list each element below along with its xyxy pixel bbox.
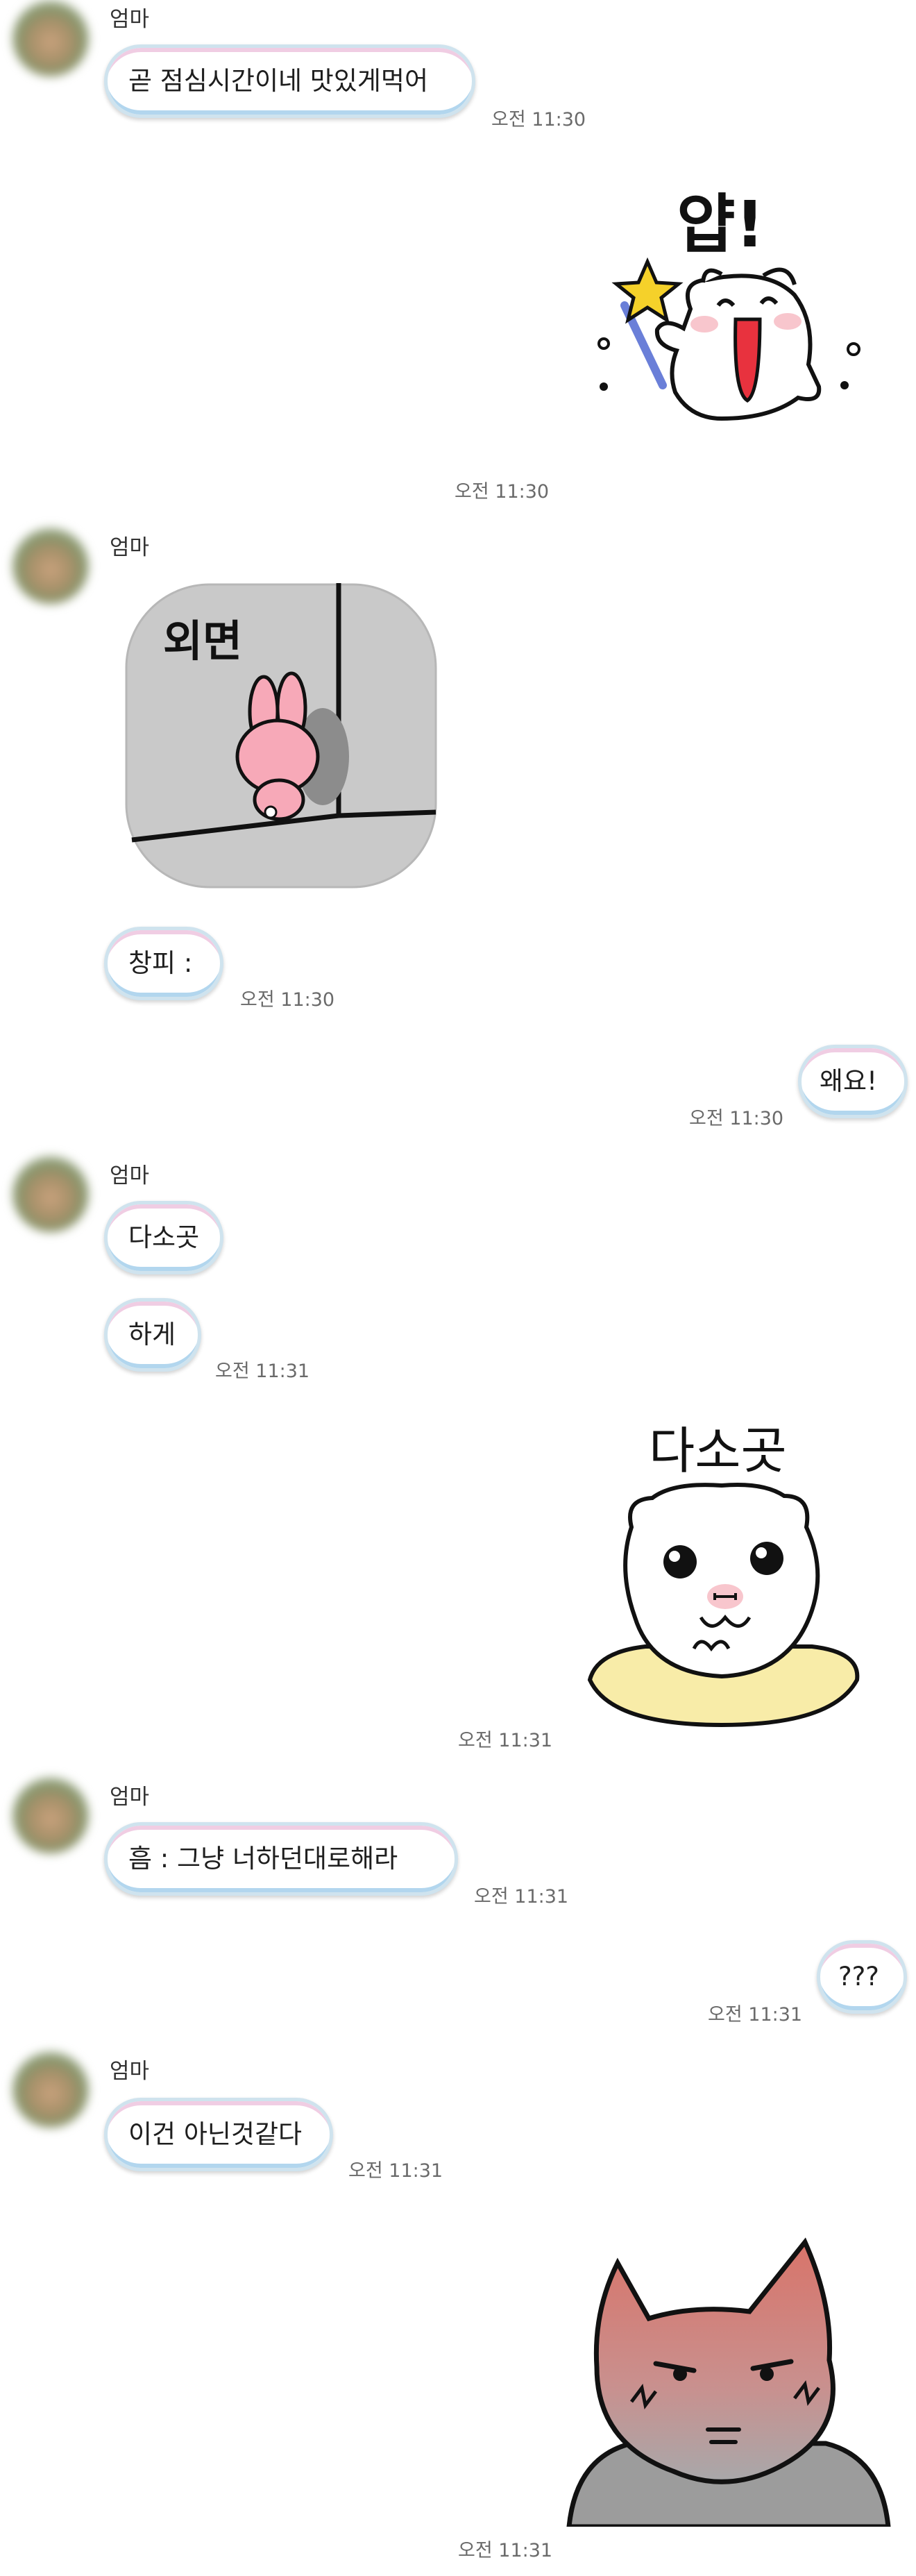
sticker-caption: 다소곳 [649,1422,787,1480]
message-bubble[interactable]: 곧 점심시간이네 맛있게먹어 [104,44,475,118]
avatar[interactable] [12,1156,89,1232]
message-time: 오전 11:31 [458,2540,553,2561]
sender-name: 엄마 [110,2059,150,2084]
message-bubble[interactable]: 왜요! [798,1045,908,1118]
sender-name: 엄마 [110,1163,150,1188]
sender-name: 엄마 [110,1785,150,1810]
ghost-sitting-on-cushion-sticker[interactable]: 다소곳 [583,1409,867,1735]
message-bubble[interactable]: 이건 아닌것같다 [104,2098,333,2171]
sticker-caption: 얍! [677,187,765,262]
message-time: 오전 11:30 [240,989,335,1011]
sender-name: 엄마 [110,535,150,560]
message-text: 창피 : [128,948,193,978]
message-text: ??? [838,1962,879,1992]
message-bubble[interactable]: 하게 [104,1298,201,1372]
message-time: 오전 11:31 [348,2160,443,2182]
message-text: 하게 [128,1320,176,1349]
sticker-caption: 외면 [163,616,242,666]
bunny-facing-corner-sticker[interactable]: 외면 [125,583,437,889]
message-time: 오전 11:30 [455,481,550,503]
sender-name: 엄마 [110,7,150,32]
ghost-magic-wand-sticker[interactable]: 얍! [586,163,871,482]
message-time: 오전 11:31 [708,2004,803,2026]
avatar[interactable] [12,1777,89,1853]
message-bubble[interactable]: 흠 : 그냥 너하던대로해라 [104,1822,458,1896]
message-bubble[interactable]: 창피 : [104,927,223,1000]
message-time: 오전 11:30 [491,109,586,131]
message-bubble[interactable]: ??? [817,1940,907,2014]
avatar[interactable] [12,2051,89,2128]
message-text: 이건 아닌것같다 [128,2119,303,2149]
message-text: 흠 : 그냥 너하던대로해라 [128,1844,398,1874]
message-time: 오전 11:31 [474,1886,569,1908]
angry-blushing-cat-sticker[interactable] [555,2221,899,2529]
message-bubble[interactable]: 다소곳 [104,1201,223,1274]
avatar[interactable] [12,528,89,604]
avatar[interactable] [12,0,89,76]
message-time: 오전 11:31 [458,1730,553,1751]
message-text: 왜요! [820,1066,877,1096]
message-time: 오전 11:31 [215,1361,310,1382]
message-time: 오전 11:30 [689,1108,784,1129]
message-text: 곧 점심시간이네 맛있게먹어 [128,66,429,96]
message-text: 다소곳 [128,1222,200,1252]
